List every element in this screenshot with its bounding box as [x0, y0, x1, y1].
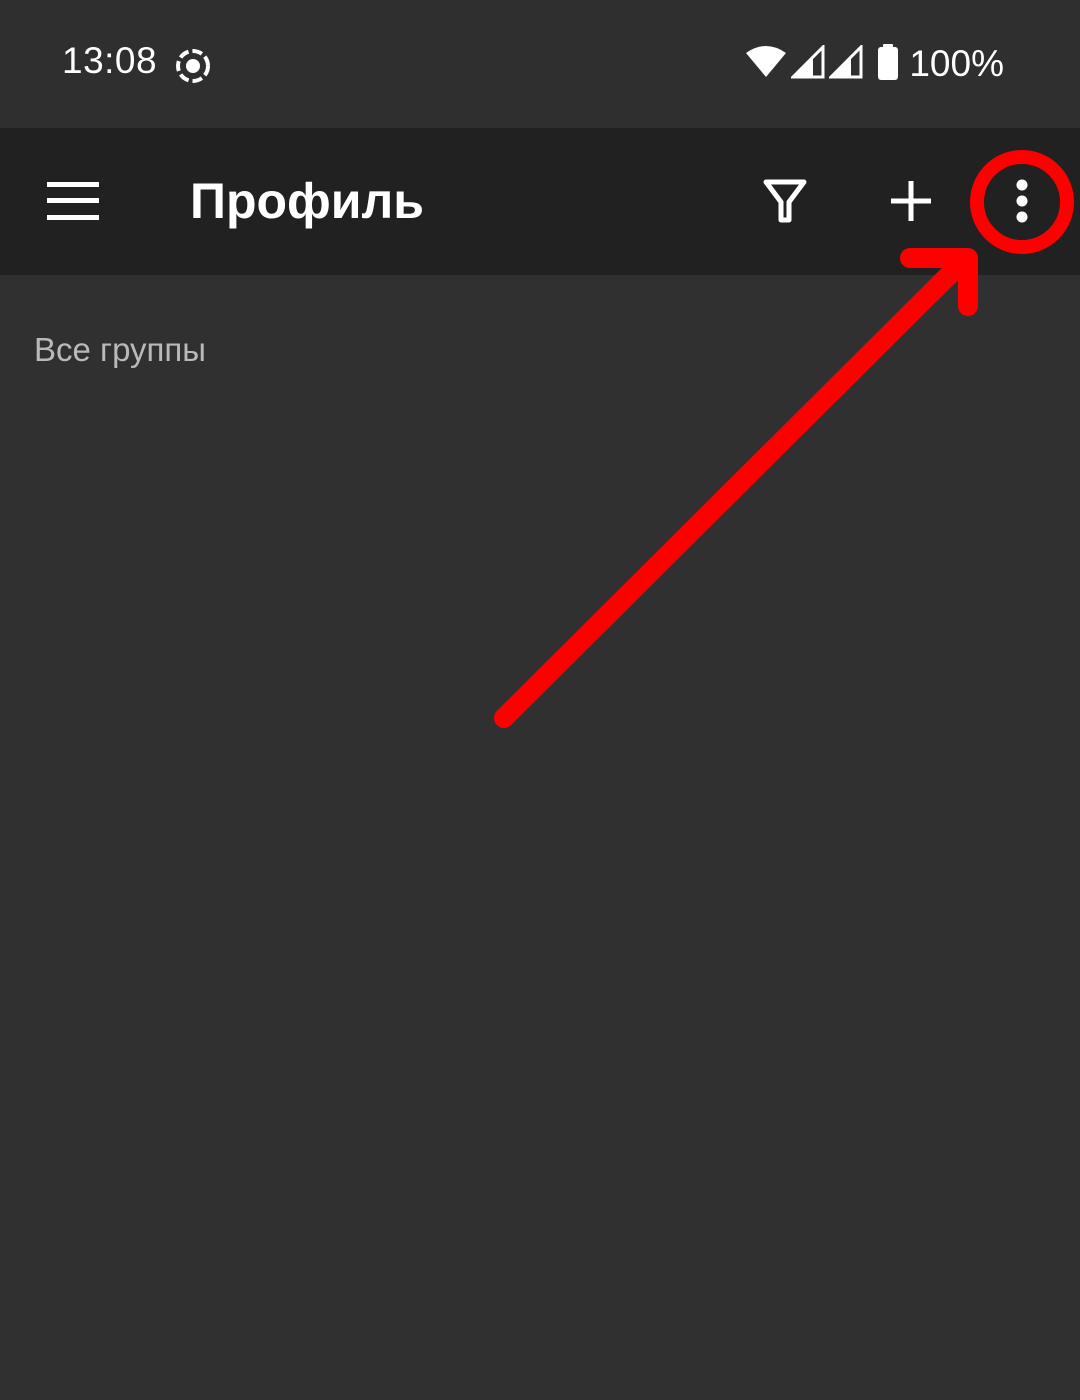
- app-bar: Профиль: [0, 128, 1080, 275]
- signal-icon: [789, 42, 825, 84]
- more-options-button[interactable]: [981, 162, 1063, 244]
- annotation-arrow-shaft: [494, 252, 972, 728]
- all-groups-label[interactable]: Все группы: [34, 331, 206, 369]
- filter-button[interactable]: [744, 162, 826, 244]
- filter-icon: [763, 178, 807, 229]
- battery-icon: [877, 43, 899, 85]
- status-bar: 13:08 100%: [0, 0, 1080, 128]
- signal-icon: [827, 42, 863, 84]
- menu-icon: [47, 181, 99, 225]
- wifi-icon: [745, 45, 787, 84]
- status-time: 13:08: [62, 40, 158, 81]
- app-screen: 13:08 100% Профиль Все группы: [0, 0, 1080, 1400]
- add-button[interactable]: [870, 162, 952, 244]
- status-indicators: 100%: [745, 40, 1004, 88]
- add-icon: [891, 180, 931, 226]
- page-title: Профиль: [190, 173, 425, 229]
- screen-record-icon: [174, 47, 212, 85]
- more-vert-icon: [1015, 179, 1029, 228]
- menu-button[interactable]: [32, 162, 114, 244]
- battery-percent: 100%: [909, 43, 1004, 84]
